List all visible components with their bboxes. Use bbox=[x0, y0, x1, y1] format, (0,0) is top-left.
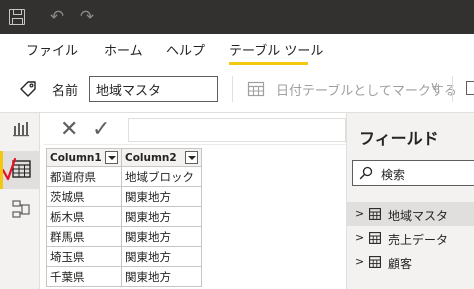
expand-chevron-icon[interactable]: > bbox=[355, 231, 364, 244]
tab-help[interactable]: ヘルプ bbox=[166, 40, 205, 59]
filter-dropdown-icon[interactable] bbox=[185, 151, 198, 164]
search-placeholder: 検索 bbox=[381, 168, 406, 182]
ribbon: 名前 地域マスタ 日付テーブルとしてマークする ∨ bbox=[0, 66, 474, 113]
table-cell[interactable]: 関東地方 bbox=[121, 186, 202, 207]
table-cell[interactable]: 地域ブロック bbox=[121, 166, 202, 187]
table-icon bbox=[1, 157, 31, 181]
tag-icon bbox=[20, 81, 36, 97]
model-icon bbox=[12, 200, 30, 218]
table-cell[interactable]: 千葉県 bbox=[46, 266, 122, 287]
table-cell[interactable]: 関東地方 bbox=[121, 206, 202, 227]
table-icon bbox=[369, 232, 381, 244]
expand-chevron-icon[interactable]: > bbox=[355, 207, 364, 220]
fields-pane-title: フィールド bbox=[359, 129, 439, 148]
data-view: ✕ ✓ Column1 Column2 都道府県 地域ブロック 茨城県 関東地方… bbox=[40, 113, 346, 289]
field-table-item[interactable]: > 売上データ bbox=[347, 226, 474, 250]
column-header[interactable]: Column2 bbox=[121, 148, 202, 167]
cancel-formula-icon[interactable]: ✕ bbox=[60, 117, 78, 143]
table-name-input[interactable]: 地域マスタ bbox=[89, 76, 218, 102]
table-cell[interactable]: 茨城県 bbox=[46, 186, 122, 207]
field-table-label: 地域マスタ bbox=[388, 209, 449, 223]
ribbon-divider bbox=[452, 76, 453, 102]
table-cell[interactable]: 関東地方 bbox=[121, 266, 202, 287]
formula-bar: ✕ ✓ bbox=[44, 115, 346, 145]
table-cell[interactable]: 関東地方 bbox=[121, 246, 202, 267]
field-table-item[interactable]: > 地域マスタ bbox=[347, 202, 474, 226]
view-switcher bbox=[0, 113, 40, 289]
table-row: 茨城県 関東地方 bbox=[46, 186, 202, 207]
field-table-label: 顧客 bbox=[388, 257, 413, 271]
fields-search-input[interactable]: 検索 bbox=[352, 160, 474, 186]
active-view-indicator bbox=[0, 151, 3, 189]
ribbon-divider bbox=[232, 76, 233, 102]
search-icon bbox=[359, 166, 373, 180]
column-header-label: Column1 bbox=[50, 151, 102, 164]
field-table-label: 売上データ bbox=[388, 233, 449, 247]
table-cell[interactable]: 都道府県 bbox=[46, 166, 122, 187]
table-row: 群馬県 関東地方 bbox=[46, 226, 202, 247]
table-row: 埼玉県 関東地方 bbox=[46, 246, 202, 267]
tab-home[interactable]: ホーム bbox=[104, 40, 143, 59]
table-icon bbox=[369, 208, 381, 220]
title-bar: ↶ ↷ bbox=[0, 0, 474, 34]
column-header[interactable]: Column1 bbox=[46, 148, 122, 167]
ribbon-tabs: ファイル ホーム ヘルプ テーブル ツール bbox=[0, 34, 474, 66]
data-view-button[interactable] bbox=[0, 151, 40, 189]
undo-icon[interactable]: ↶ bbox=[49, 9, 65, 26]
field-table-item[interactable]: > 顧客 bbox=[347, 250, 474, 274]
tab-file[interactable]: ファイル bbox=[26, 40, 78, 59]
formula-input[interactable] bbox=[128, 118, 346, 142]
overflow-icon[interactable] bbox=[466, 81, 474, 95]
model-view-button[interactable] bbox=[0, 191, 40, 229]
header-row: Column1 Column2 bbox=[46, 148, 202, 167]
table-cell[interactable]: 群馬県 bbox=[46, 226, 122, 247]
table-icon bbox=[369, 256, 381, 268]
table-cell[interactable]: 埼玉県 bbox=[46, 246, 122, 267]
table-cell[interactable]: 関東地方 bbox=[121, 226, 202, 247]
filter-dropdown-icon[interactable] bbox=[105, 151, 118, 164]
table-row: 都道府県 地域ブロック bbox=[46, 166, 202, 187]
tab-table-tools[interactable]: テーブル ツール bbox=[229, 40, 323, 59]
table-row: 千葉県 関東地方 bbox=[46, 266, 202, 287]
redo-icon[interactable]: ↷ bbox=[79, 9, 95, 26]
table-row: 栃木県 関東地方 bbox=[46, 206, 202, 227]
fields-pane: フィールド 検索 > 地域マスタ > 売上データ > 顧客 bbox=[346, 113, 474, 289]
bar-chart-icon bbox=[13, 122, 29, 137]
chevron-down-icon[interactable]: ∨ bbox=[430, 79, 439, 93]
report-view-button[interactable] bbox=[0, 113, 40, 151]
save-icon[interactable] bbox=[9, 9, 25, 25]
column-header-label: Column2 bbox=[125, 151, 177, 164]
table-cell[interactable]: 栃木県 bbox=[46, 206, 122, 227]
name-label: 名前 bbox=[52, 84, 79, 99]
commit-formula-icon[interactable]: ✓ bbox=[92, 117, 110, 143]
active-tab-indicator bbox=[229, 62, 308, 65]
calendar-table-icon bbox=[247, 81, 265, 97]
data-grid: Column1 Column2 都道府県 地域ブロック 茨城県 関東地方 栃木県… bbox=[46, 148, 202, 287]
expand-chevron-icon[interactable]: > bbox=[355, 255, 364, 268]
